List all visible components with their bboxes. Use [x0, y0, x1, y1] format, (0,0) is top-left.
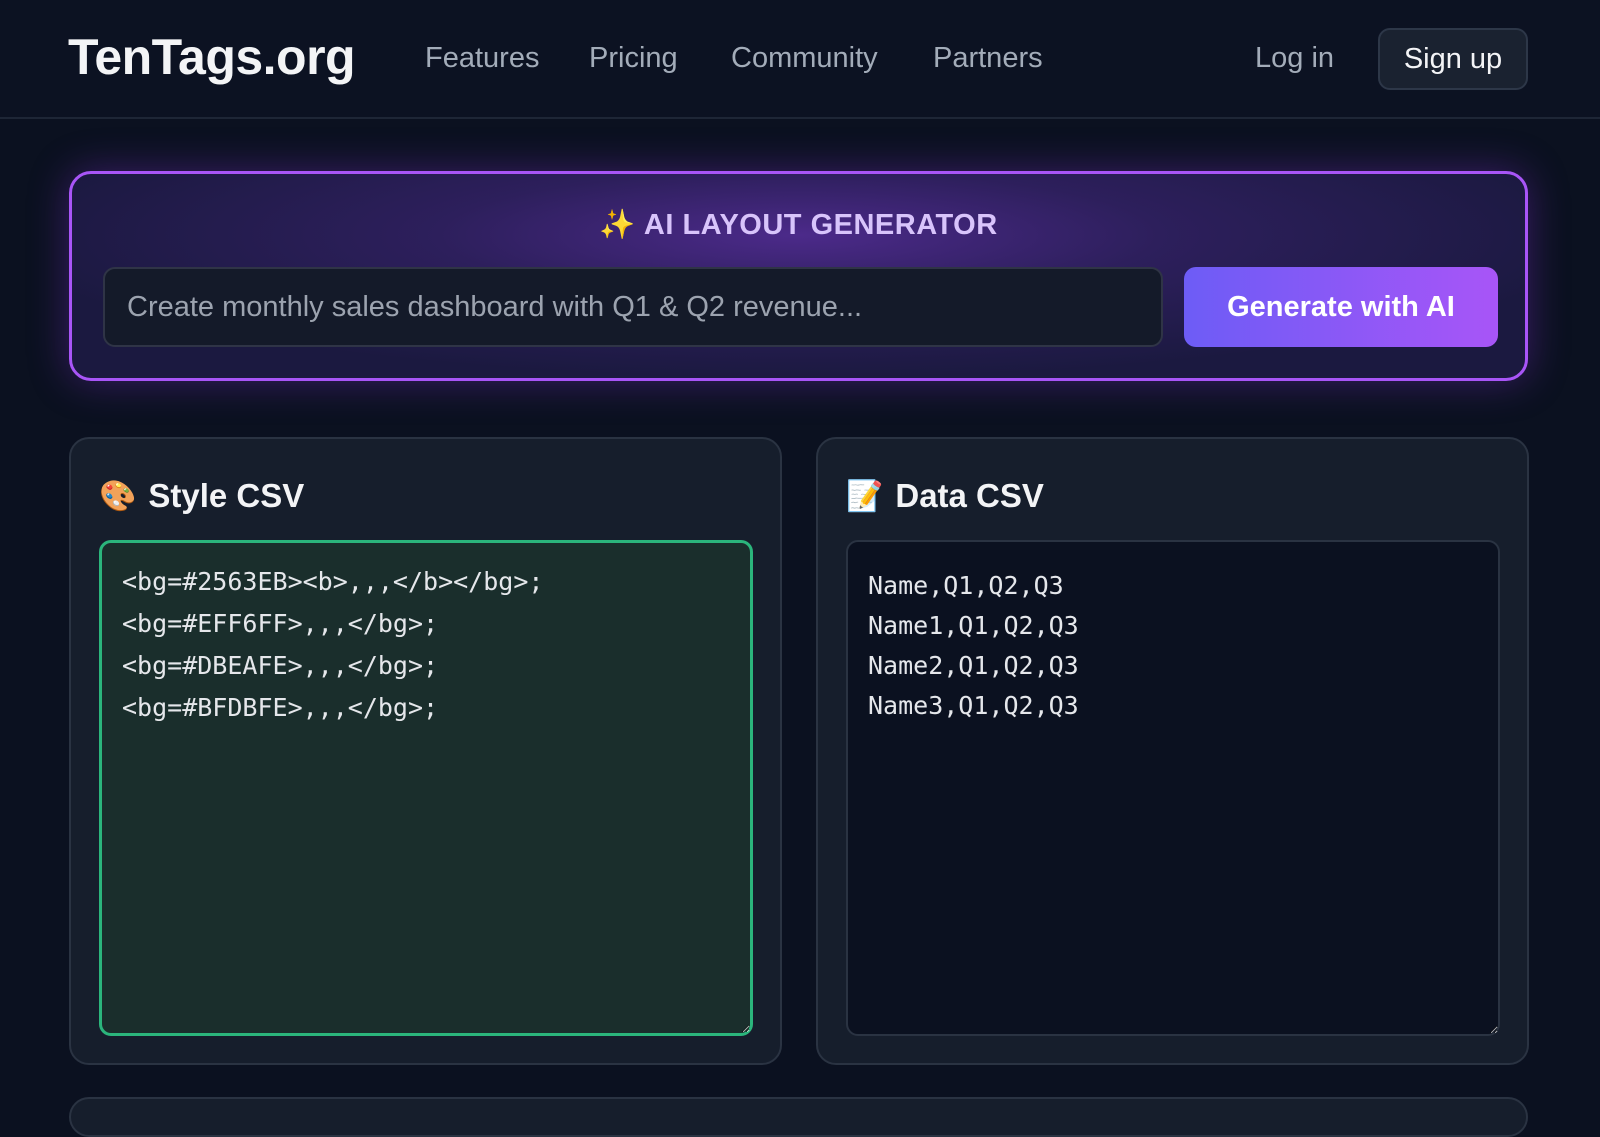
data-csv-heading: 📝 Data CSV	[846, 477, 1044, 515]
login-link[interactable]: Log in	[1255, 42, 1334, 75]
top-nav-bar: TenTags.org Features Pricing Community P…	[0, 0, 1600, 119]
nav-link-community[interactable]: Community	[731, 42, 878, 75]
data-csv-textarea[interactable]: Name,Q1,Q2,Q3 Name1,Q1,Q2,Q3 Name2,Q1,Q2…	[846, 540, 1500, 1036]
sparkles-icon: ✨	[599, 209, 636, 241]
signup-button[interactable]: Sign up	[1378, 28, 1528, 90]
data-csv-title: Data CSV	[895, 477, 1044, 514]
style-csv-card: 🎨 Style CSV <bg=#2563EB><b>,,,</b></bg>; …	[69, 437, 782, 1065]
nav-link-partners[interactable]: Partners	[933, 42, 1043, 75]
site-logo[interactable]: TenTags.org	[68, 28, 356, 86]
style-csv-title: Style CSV	[148, 477, 305, 514]
next-section-card	[69, 1097, 1528, 1137]
nav-link-pricing[interactable]: Pricing	[589, 42, 678, 75]
ai-generator-title: AI LAYOUT GENERATOR	[643, 209, 998, 241]
ai-prompt-input[interactable]	[103, 267, 1163, 347]
nav-link-features[interactable]: Features	[425, 42, 539, 75]
data-csv-card: 📝 Data CSV Name,Q1,Q2,Q3 Name1,Q1,Q2,Q3 N…	[816, 437, 1529, 1065]
style-csv-heading: 🎨 Style CSV	[99, 477, 304, 515]
style-csv-textarea[interactable]: <bg=#2563EB><b>,,,</b></bg>; <bg=#EFF6FF…	[99, 540, 753, 1036]
ai-layout-generator-panel: ✨AI LAYOUT GENERATOR Generate with AI	[69, 171, 1528, 381]
memo-icon: 📝	[846, 479, 884, 513]
palette-icon: 🎨	[99, 479, 137, 513]
generate-with-ai-button[interactable]: Generate with AI	[1184, 267, 1498, 347]
ai-generator-heading: ✨ AI LAYOUT GENERATOR	[72, 208, 1525, 242]
